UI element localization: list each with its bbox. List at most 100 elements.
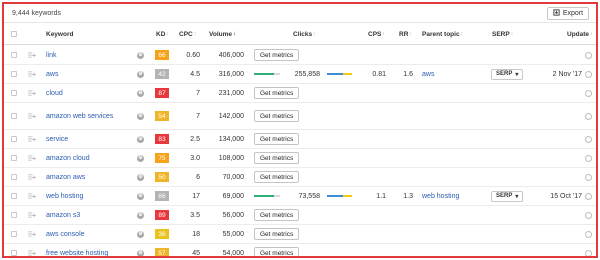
add-to-list-icon[interactable] — [28, 103, 36, 129]
get-metrics-button[interactable]: Get metrics — [254, 84, 300, 102]
circle-icon[interactable] — [585, 249, 592, 256]
get-metrics-label[interactable]: Get metrics — [254, 247, 300, 256]
info-icon[interactable]: ⚙ — [137, 46, 144, 64]
keyword-text[interactable]: amazon aws — [46, 173, 85, 182]
info-icon[interactable]: ⚙ — [137, 84, 144, 102]
get-metrics-button[interactable]: Get metrics — [254, 46, 300, 64]
get-metrics-label[interactable]: Get metrics — [254, 110, 300, 122]
checkbox-box[interactable] — [11, 193, 17, 199]
circle-icon[interactable] — [585, 70, 592, 78]
col-volume[interactable]: Volume ↓ — [209, 24, 236, 44]
row-checkbox[interactable] — [11, 244, 17, 256]
checkbox-box[interactable] — [11, 174, 17, 180]
row-select-circle[interactable] — [585, 46, 592, 64]
checkbox-box[interactable] — [11, 136, 17, 142]
get-metrics-label[interactable]: Get metrics — [254, 228, 300, 240]
keyword-link[interactable]: web hosting — [46, 187, 126, 205]
col-serp[interactable]: SERP ↕ — [492, 24, 513, 44]
circle-icon[interactable] — [585, 211, 592, 219]
get-metrics-button[interactable]: Get metrics — [254, 244, 300, 256]
get-metrics-button[interactable]: Get metrics — [254, 168, 300, 186]
circle-icon[interactable] — [585, 173, 592, 181]
get-metrics-button[interactable]: Get metrics — [254, 103, 300, 129]
circle-icon[interactable] — [585, 154, 592, 162]
row-checkbox[interactable] — [11, 168, 17, 186]
keyword-text[interactable]: service — [46, 135, 68, 144]
add-to-list-icon[interactable] — [28, 84, 36, 102]
add-to-list-icon[interactable] — [28, 206, 36, 224]
parent-topic-text[interactable]: web hosting — [422, 193, 459, 200]
info-icon[interactable]: ⚙ — [137, 168, 144, 186]
info-icon[interactable]: ⚙ — [137, 103, 144, 129]
serp-button[interactable]: SERP ▾ — [491, 68, 524, 80]
row-checkbox[interactable] — [11, 46, 17, 64]
parent-topic-link[interactable]: web hosting — [422, 187, 459, 205]
keyword-link[interactable]: link — [46, 46, 126, 64]
row-select-circle[interactable] — [585, 84, 592, 102]
row-checkbox[interactable] — [11, 84, 17, 102]
add-to-list-icon[interactable] — [28, 225, 36, 243]
keyword-text[interactable]: aws console — [46, 230, 85, 239]
get-metrics-button[interactable]: Get metrics — [254, 225, 300, 243]
checkbox-box[interactable] — [11, 155, 17, 161]
keyword-link[interactable]: aws console — [46, 225, 126, 243]
parent-topic-text[interactable]: aws — [422, 71, 434, 78]
row-checkbox[interactable] — [11, 130, 17, 148]
circle-icon[interactable] — [585, 51, 592, 59]
keyword-text[interactable]: web hosting — [46, 192, 83, 201]
row-select-circle[interactable] — [585, 168, 592, 186]
get-metrics-button[interactable]: Get metrics — [254, 130, 300, 148]
parent-topic-link[interactable]: aws — [422, 65, 434, 83]
row-checkbox[interactable] — [11, 103, 17, 129]
keyword-link[interactable]: cloud — [46, 84, 126, 102]
add-to-list-icon[interactable] — [28, 244, 36, 256]
keyword-link[interactable]: service — [46, 130, 126, 148]
get-metrics-label[interactable]: Get metrics — [254, 171, 300, 183]
checkbox-box[interactable] — [11, 113, 17, 119]
add-to-list-icon[interactable] — [28, 149, 36, 167]
row-select-circle[interactable] — [585, 244, 592, 256]
row-select-circle[interactable] — [585, 206, 592, 224]
get-metrics-label[interactable]: Get metrics — [254, 87, 300, 99]
add-to-list-icon[interactable] — [28, 168, 36, 186]
keyword-text[interactable]: free website hosting — [46, 249, 108, 257]
get-metrics-label[interactable]: Get metrics — [254, 133, 300, 145]
col-kd[interactable]: KD ↕ — [156, 24, 169, 44]
serp-dropdown[interactable]: SERP ▾ — [491, 65, 524, 83]
get-metrics-label[interactable]: Get metrics — [254, 209, 300, 221]
circle-icon[interactable] — [585, 89, 592, 97]
circle-icon[interactable] — [585, 135, 592, 143]
row-checkbox[interactable] — [11, 65, 17, 83]
add-to-list-icon[interactable] — [28, 187, 36, 205]
keyword-text[interactable]: amazon web services — [46, 112, 113, 121]
circle-icon[interactable] — [585, 192, 592, 200]
col-rr[interactable]: RR ↕ — [399, 24, 412, 44]
keyword-link[interactable]: amazon aws — [46, 168, 126, 186]
keyword-text[interactable]: cloud — [46, 89, 63, 98]
row-select-circle[interactable] — [585, 149, 592, 167]
keyword-text[interactable]: aws — [46, 70, 58, 79]
info-icon[interactable]: ⚙ — [137, 206, 144, 224]
export-button[interactable]: Export — [547, 7, 589, 20]
get-metrics-label[interactable]: Get metrics — [254, 49, 300, 61]
get-metrics-label[interactable]: Get metrics — [254, 152, 300, 164]
checkbox-box[interactable] — [11, 212, 17, 218]
info-icon[interactable]: ⚙ — [137, 187, 144, 205]
col-cpc[interactable]: CPC ↕ — [179, 24, 196, 44]
serp-button[interactable]: SERP ▾ — [491, 190, 524, 202]
checkbox-box[interactable] — [11, 250, 17, 256]
add-to-list-icon[interactable] — [28, 46, 36, 64]
keyword-link[interactable]: amazon s3 — [46, 206, 126, 224]
keyword-text[interactable]: amazon cloud — [46, 154, 90, 163]
checkbox-box[interactable] — [11, 90, 17, 96]
row-select-circle[interactable] — [585, 187, 592, 205]
checkbox-box[interactable] — [11, 52, 17, 58]
serp-dropdown[interactable]: SERP ▾ — [491, 187, 524, 205]
row-checkbox[interactable] — [11, 225, 17, 243]
row-select-circle[interactable] — [585, 130, 592, 148]
keyword-link[interactable]: amazon cloud — [46, 149, 126, 167]
keyword-text[interactable]: amazon s3 — [46, 211, 80, 220]
add-to-list-icon[interactable] — [28, 130, 36, 148]
col-cps[interactable]: CPS ↕ — [368, 24, 385, 44]
keyword-link[interactable]: free website hosting — [46, 244, 126, 257]
